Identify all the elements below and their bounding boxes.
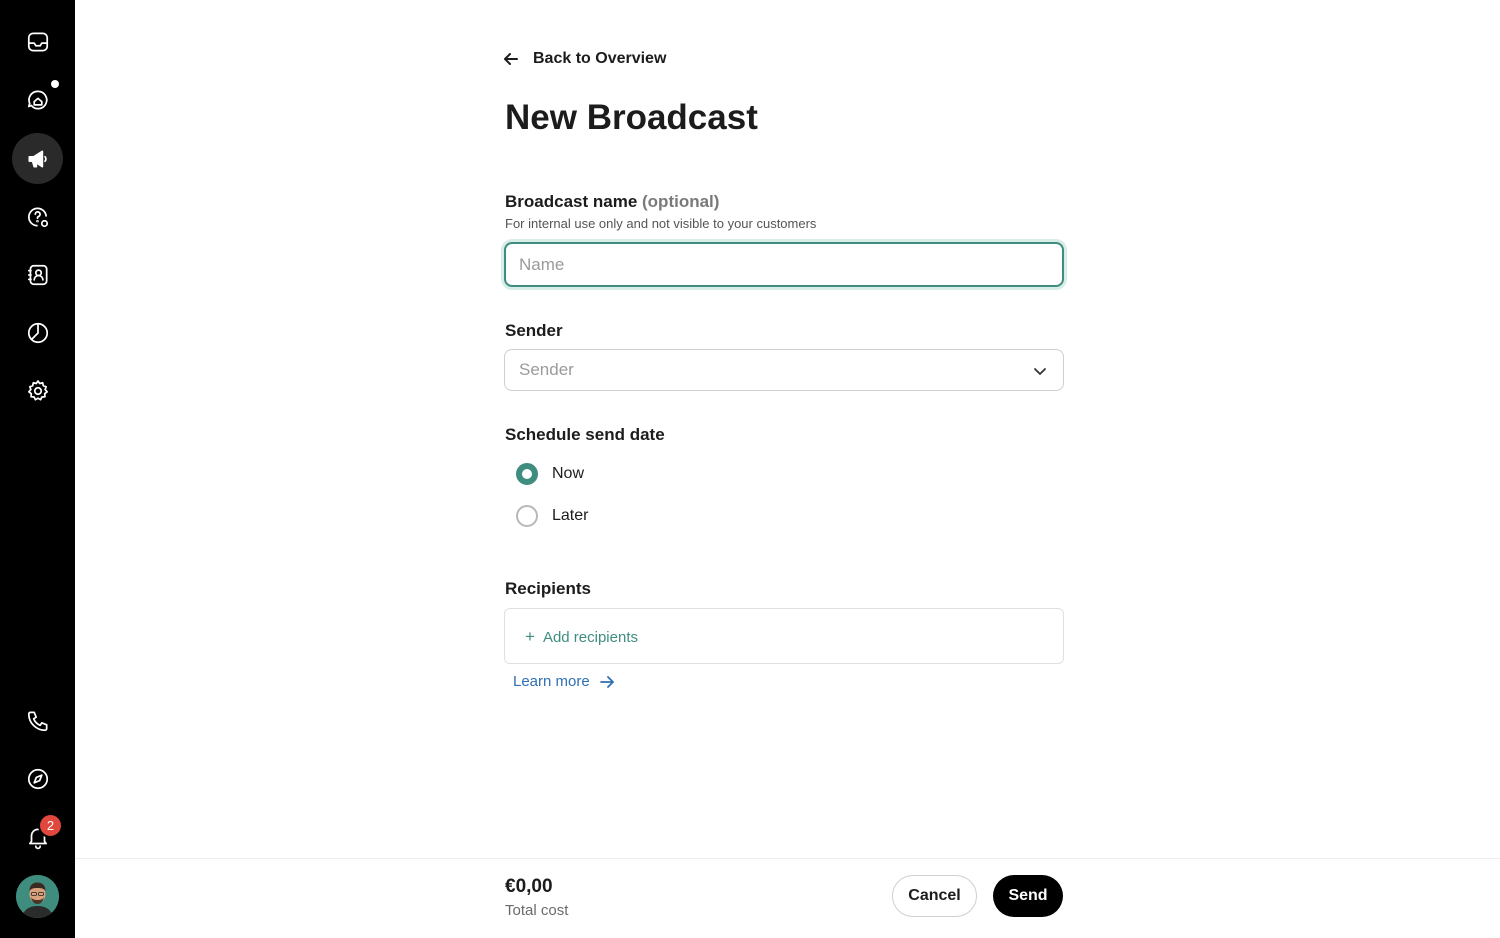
contacts-icon	[27, 264, 48, 285]
radio-later-label: Later	[552, 507, 589, 524]
sidebar-item-explore[interactable]	[12, 753, 63, 804]
total-cost-value: €0,00	[505, 876, 553, 897]
chevron-down-icon	[1034, 368, 1046, 375]
sidebar-item-calls[interactable]	[12, 695, 63, 746]
help-settings-icon	[27, 206, 48, 227]
schedule-option-now[interactable]: Now	[516, 463, 584, 485]
radio-now[interactable]	[516, 463, 538, 485]
back-label: Back to Overview	[533, 50, 667, 67]
sender-select[interactable]: Sender	[504, 349, 1064, 391]
recipients-box: + Add recipients	[504, 608, 1064, 664]
radio-now-label: Now	[552, 465, 585, 482]
schedule-label: Schedule send date	[505, 425, 665, 444]
broadcast-name-label-text: Broadcast name	[505, 192, 638, 211]
notification-badge: 2	[38, 813, 63, 838]
add-recipients-label: Add recipients	[542, 628, 638, 646]
optional-tag: (optional)	[642, 192, 720, 211]
footer-bar	[75, 858, 1500, 938]
arrow-left-icon	[504, 53, 518, 65]
user-avatar-icon	[16, 875, 59, 918]
reports-icon	[27, 322, 48, 343]
back-to-overview-link[interactable]: Back to Overview	[503, 50, 666, 68]
broadcast-name-hint: For internal use only and not visible to…	[505, 216, 817, 231]
schedule-option-later[interactable]: Later	[516, 505, 588, 527]
cancel-button[interactable]: Cancel	[892, 875, 977, 917]
sidebar-item-settings[interactable]	[12, 365, 63, 416]
send-button[interactable]: Send	[993, 875, 1063, 917]
learn-more-label: Learn more	[513, 673, 590, 690]
gear-icon	[27, 379, 48, 401]
radio-later[interactable]	[516, 505, 538, 527]
phone-icon	[27, 710, 48, 731]
broadcast-name-input[interactable]	[504, 242, 1064, 287]
sidebar-item-contacts[interactable]	[12, 249, 63, 300]
sidebar-item-reports[interactable]	[12, 307, 63, 358]
inbox-icon	[27, 31, 48, 52]
plus-icon: +	[525, 627, 535, 646]
chat-icon	[27, 89, 48, 109]
unread-dot	[51, 80, 59, 88]
megaphone-icon	[27, 150, 47, 167]
add-recipients-button[interactable]: + Add recipients	[525, 627, 638, 647]
sidebar-item-inbox[interactable]	[12, 16, 63, 67]
arrow-right-icon	[599, 675, 614, 688]
avatar[interactable]	[16, 875, 59, 918]
sender-label: Sender	[505, 321, 563, 340]
sidebar: 2	[0, 0, 75, 938]
recipients-label: Recipients	[505, 579, 591, 598]
compass-icon	[27, 768, 48, 789]
page-title: New Broadcast	[505, 98, 758, 137]
learn-more-link[interactable]: Learn more	[513, 673, 614, 690]
broadcast-name-label: Broadcast name (optional)	[505, 192, 719, 212]
sender-placeholder: Sender	[519, 360, 574, 379]
main-content	[75, 0, 1500, 938]
sidebar-item-help[interactable]	[12, 191, 63, 242]
sidebar-item-broadcasts[interactable]	[12, 133, 63, 184]
total-cost-label: Total cost	[505, 902, 569, 919]
